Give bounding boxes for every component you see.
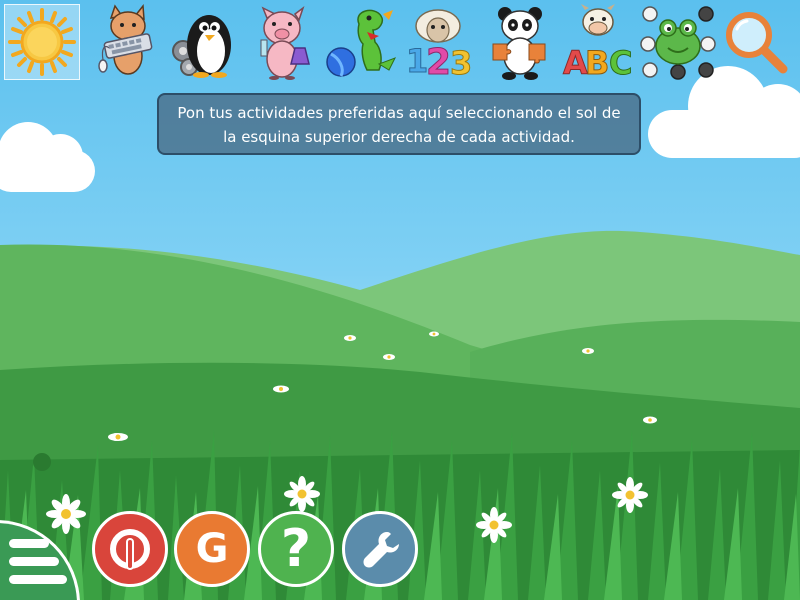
letters-label-c: C	[609, 44, 632, 80]
cat-keyboard-icon	[98, 4, 153, 75]
activity-search[interactable]	[718, 4, 794, 80]
activity-math[interactable]: 1 2 3	[400, 4, 476, 80]
cow-letters-icon: A B C	[563, 4, 633, 80]
hamburger-menu-icon-line	[9, 575, 67, 584]
info-message: Pon tus actividades preferidas aquí sele…	[157, 93, 641, 155]
activity-reading[interactable]: A B C	[560, 4, 636, 80]
activity-fun[interactable]	[322, 4, 398, 80]
letters-label-b: B	[585, 44, 609, 80]
settings-button[interactable]	[342, 511, 418, 587]
hamburger-menu-icon	[9, 539, 49, 548]
penguin-gears-icon	[172, 15, 231, 78]
help-icon: ?	[280, 519, 312, 579]
activity-discovery[interactable]	[166, 4, 242, 80]
main-window: 1 2 3 A B C Pon tus actividades preferid…	[0, 0, 800, 600]
activity-favorites[interactable]	[4, 4, 80, 80]
activity-puzzle[interactable]	[482, 4, 558, 80]
sun-icon	[8, 8, 76, 76]
numbers-label-one: 1	[406, 42, 428, 80]
wrench-icon	[363, 532, 399, 568]
activity-computer[interactable]	[88, 4, 164, 80]
numbers-label-two: 2	[426, 42, 451, 80]
info-message-text: Pon tus actividades preferidas aquí sele…	[177, 104, 621, 146]
activity-strategy[interactable]	[640, 4, 716, 80]
panda-puzzle-icon	[492, 7, 546, 80]
numbers-label-three: 3	[450, 44, 472, 80]
help-button[interactable]: ?	[258, 511, 334, 587]
magnifier-icon	[726, 12, 788, 74]
dinosaur-ball-icon	[326, 9, 397, 77]
sheep-numbers-icon: 1 2 3	[406, 9, 473, 80]
about-gcompris-button[interactable]: G	[174, 511, 250, 587]
activity-bar: 1 2 3 A B C	[0, 0, 800, 84]
hamburger-menu-icon-line	[9, 557, 59, 566]
power-icon	[110, 529, 150, 570]
exit-button[interactable]	[92, 511, 168, 587]
frog-dots-icon	[640, 6, 716, 80]
pig-scientist-icon	[260, 5, 310, 80]
activity-experiment[interactable]	[244, 4, 320, 80]
meadow-background	[0, 230, 800, 600]
gcompris-logo-label: G	[195, 526, 229, 572]
